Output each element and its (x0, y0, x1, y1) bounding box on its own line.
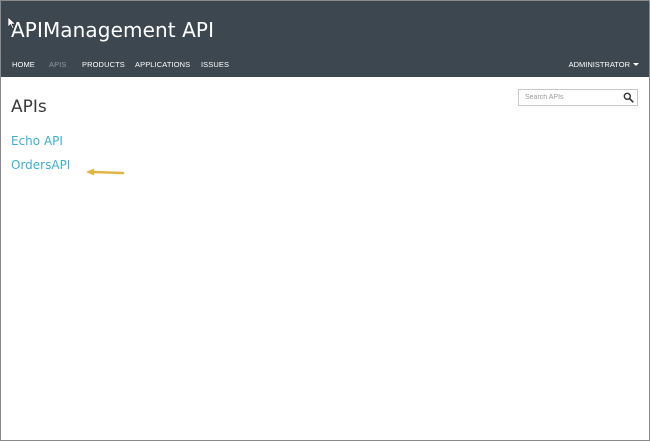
annotation-arrow-icon (86, 168, 125, 176)
caret-down-icon (633, 62, 639, 66)
search-icon[interactable] (623, 92, 634, 103)
nav-applications[interactable]: APPLICATIONS (135, 57, 190, 73)
site-brand[interactable]: APIManagement API (11, 18, 214, 42)
user-menu-label: ADMINISTRATOR (568, 60, 630, 69)
page-title: APIs (11, 97, 47, 117)
api-link-echo[interactable]: Echo API (11, 134, 63, 148)
nav-home[interactable]: HOME (12, 57, 35, 73)
user-menu[interactable]: ADMINISTRATOR (569, 57, 639, 73)
search-input[interactable] (519, 90, 625, 105)
main-nav: HOME APIS PRODUCTS APPLICATIONS ISSUES (1, 57, 649, 73)
top-navigation-bar: APIManagement API HOME APIS PRODUCTS APP… (1, 1, 649, 77)
nav-issues[interactable]: ISSUES (201, 57, 229, 73)
nav-products[interactable]: PRODUCTS (82, 57, 125, 73)
mouse-pointer-icon (8, 17, 16, 29)
browser-window: APIManagement API HOME APIS PRODUCTS APP… (0, 0, 650, 441)
api-link-orders[interactable]: OrdersAPI (11, 158, 70, 172)
nav-apis[interactable]: APIS (49, 57, 67, 73)
search-box (518, 89, 638, 106)
